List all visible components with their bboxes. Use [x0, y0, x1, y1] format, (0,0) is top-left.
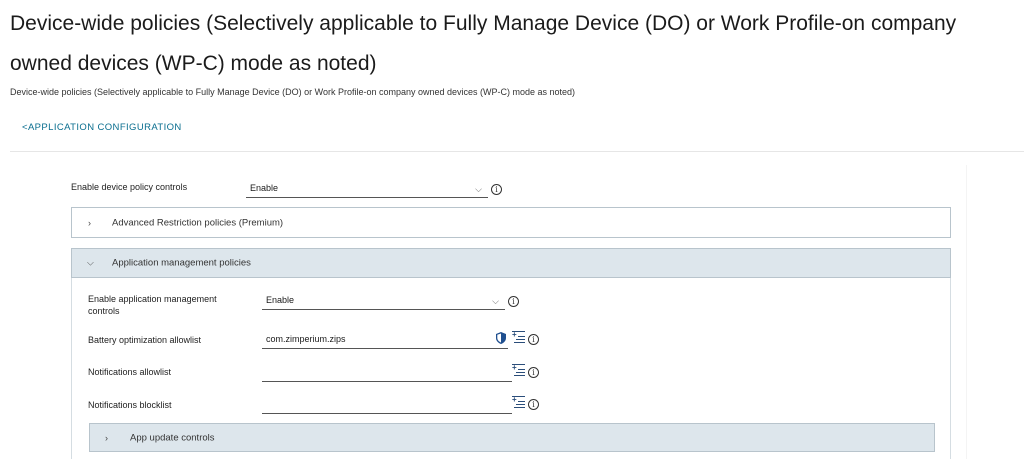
info-icon[interactable]: i: [528, 334, 539, 345]
app-management-label: Enable application management controls: [88, 294, 217, 316]
notifications-allowlist-input[interactable]: [262, 364, 512, 382]
info-icon[interactable]: i: [508, 296, 519, 307]
notifications-allowlist-label: Notifications allowlist: [88, 367, 172, 377]
list-add-icon[interactable]: +: [512, 395, 525, 410]
info-icon[interactable]: i: [528, 399, 539, 410]
battery-optimization-label: Battery optimization allowlist: [88, 335, 202, 345]
application-management-accordion[interactable]: ⌵ Application management policies: [71, 248, 951, 278]
chevron-right-icon: ›: [105, 432, 108, 443]
app-update-accordion[interactable]: › App update controls: [89, 423, 935, 452]
app-management-select[interactable]: Enable ⌵: [262, 292, 505, 310]
device-policy-select[interactable]: Enable ⌵: [246, 180, 488, 198]
application-management-label: Application management policies: [112, 257, 251, 269]
shield-icon[interactable]: [496, 332, 506, 344]
device-policy-value: Enable: [250, 183, 279, 193]
list-add-icon[interactable]: +: [512, 363, 525, 378]
list-add-icon[interactable]: +: [512, 330, 525, 345]
application-configuration-link[interactable]: <APPLICATION CONFIGURATION: [22, 122, 182, 133]
battery-optimization-input[interactable]: com.zimperium.zips: [262, 331, 508, 349]
info-icon[interactable]: i: [528, 367, 539, 378]
header-divider: [10, 151, 1024, 152]
device-policy-label: Enable device policy controls: [71, 182, 188, 192]
battery-optimization-value: com.zimperium.zips: [266, 334, 346, 344]
page-title: Device-wide policies (Selectively applic…: [10, 12, 957, 75]
app-update-label: App update controls: [130, 432, 215, 443]
chevron-right-icon: ›: [88, 217, 91, 228]
chevron-down-icon: ⌵: [87, 257, 94, 268]
page-subtitle: Device-wide policies (Selectively applic…: [10, 87, 576, 97]
chevron-down-icon: ⌵: [492, 296, 499, 306]
notifications-blocklist-label: Notifications blocklist: [88, 400, 172, 410]
app-management-value: Enable: [266, 295, 295, 305]
vertical-scrollbar[interactable]: [966, 165, 967, 459]
chevron-down-icon: ⌵: [475, 184, 482, 194]
advanced-restriction-accordion[interactable]: › Advanced Restriction policies (Premium…: [71, 207, 951, 238]
info-icon[interactable]: i: [491, 184, 502, 195]
advanced-restriction-label: Advanced Restriction policies (Premium): [112, 217, 284, 228]
notifications-blocklist-input[interactable]: [262, 396, 512, 414]
policy-panel: Enable device policy controls Enable ⌵ i…: [14, 165, 967, 459]
